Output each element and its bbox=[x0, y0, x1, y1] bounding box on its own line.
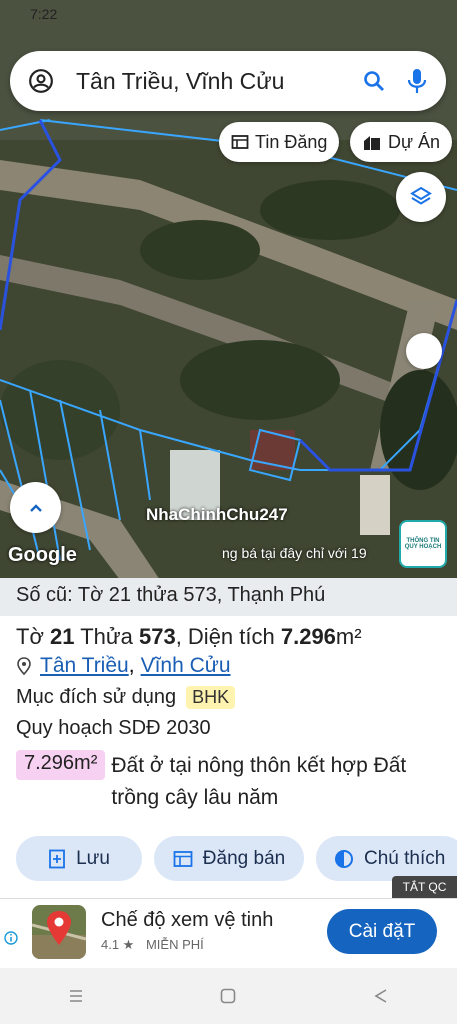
parcel-info-panel: Số cũ: Tờ 21 thửa 573, Thạnh Phú Tờ 21 T… bbox=[0, 578, 457, 898]
listing-icon bbox=[173, 850, 193, 867]
lot-label: Thửa bbox=[80, 624, 133, 649]
ad-info-icon[interactable] bbox=[4, 931, 18, 945]
google-logo: Google bbox=[8, 544, 77, 566]
search-input[interactable]: Tân Triều, Vĩnh Cửu bbox=[76, 68, 362, 95]
app-rating: 4.1 ★ bbox=[101, 937, 135, 952]
plan-area-tag: 7.296m² bbox=[16, 750, 106, 780]
account-icon[interactable] bbox=[28, 68, 54, 94]
recents-icon[interactable] bbox=[67, 987, 85, 1005]
action-buttons: Lưu Đăng bán Chú thích bbox=[16, 836, 457, 881]
search-bar[interactable]: Tân Triều, Vĩnh Cửu bbox=[10, 51, 446, 111]
app-name: Chế độ xem vệ tinh bbox=[101, 909, 274, 931]
area-label: , Diện tích bbox=[175, 624, 275, 649]
layers-button[interactable] bbox=[396, 172, 446, 222]
parcel-title: Tờ 21 Thửa 573, Diện tích 7.296m² bbox=[0, 616, 457, 650]
expand-up-button[interactable] bbox=[10, 482, 61, 533]
contrast-icon bbox=[335, 849, 353, 868]
chevron-up-icon bbox=[29, 503, 42, 512]
legend-button[interactable]: Chú thích bbox=[316, 836, 457, 881]
install-button[interactable]: Cài đặT bbox=[327, 909, 437, 954]
app-price: MIỄN PHÍ bbox=[145, 937, 204, 952]
microphone-icon[interactable] bbox=[406, 67, 428, 95]
satellite-map[interactable]: 7:22 Tân Triều, Vĩnh Cửu Tin Đăng Dự Án bbox=[0, 0, 457, 580]
purpose-code-tag: BHK bbox=[186, 686, 236, 709]
layers-icon bbox=[410, 186, 432, 205]
system-nav-bar bbox=[0, 968, 457, 1024]
add-bookmark-icon bbox=[49, 849, 65, 868]
back-icon[interactable] bbox=[372, 987, 390, 1005]
building-icon bbox=[364, 136, 380, 150]
post-sale-button[interactable]: Đăng bán bbox=[154, 836, 304, 881]
post-sale-label: Đăng bán bbox=[202, 847, 286, 869]
legend-button-label: Chú thích bbox=[364, 847, 446, 869]
search-icon[interactable] bbox=[362, 69, 386, 93]
app-icon bbox=[32, 905, 86, 959]
ad-ticker: ng bá tại đây chỉ với 19 bbox=[222, 545, 367, 561]
sheet-number: 21 bbox=[50, 624, 75, 649]
ad-banner[interactable]: Chế độ xem vệ tinh 4.1 ★ MIỄN PHÍ Cài đặ… bbox=[0, 898, 457, 968]
close-ad-button[interactable]: TẮT QC bbox=[392, 876, 457, 898]
old-parcel-number: Số cũ: Tờ 21 thửa 573, Thạnh Phú bbox=[0, 578, 457, 616]
area-unit: m² bbox=[335, 624, 362, 649]
map-watermark: NhaChinhChu247 bbox=[146, 505, 288, 524]
listing-icon bbox=[231, 135, 249, 149]
plan-landuse-row: 7.296m² Đất ở tại nông thôn kết hợp Đất … bbox=[0, 740, 457, 814]
app-meta: 4.1 ★ MIỄN PHÍ bbox=[101, 937, 204, 953]
listings-chip[interactable]: Tin Đăng bbox=[219, 122, 340, 162]
location-pin-icon bbox=[17, 657, 31, 675]
plan-label: Quy hoạch SDĐ 2030 bbox=[16, 717, 211, 739]
location-row: Tân Triều, Vĩnh Cửu bbox=[0, 650, 457, 678]
sheet-label: Tờ bbox=[16, 624, 44, 649]
purpose-label: Mục đích sử dụng bbox=[16, 686, 177, 708]
location-commune-link[interactable]: Tân Triều bbox=[40, 654, 129, 678]
save-button-label: Lưu bbox=[76, 847, 110, 869]
location-district-link[interactable]: Vĩnh Cửu bbox=[141, 654, 231, 678]
planning-info-badge[interactable]: THÔNG TIN QUY HOẠCH bbox=[399, 520, 447, 568]
area-value: 7.296 bbox=[280, 624, 336, 649]
land-purpose-row: Mục đích sử dụng BHK bbox=[0, 678, 457, 709]
save-button[interactable]: Lưu bbox=[16, 836, 142, 881]
compass-button[interactable] bbox=[406, 333, 442, 369]
plan-description: Đất ở tại nông thôn kết hợp Đất trồng câ… bbox=[111, 754, 407, 809]
listings-chip-label: Tin Đăng bbox=[255, 131, 328, 152]
home-icon[interactable] bbox=[219, 987, 237, 1005]
lot-number: 573 bbox=[138, 624, 176, 649]
projects-chip-label: Dự Án bbox=[388, 131, 441, 152]
projects-chip[interactable]: Dự Án bbox=[350, 122, 453, 162]
status-time: 7:22 bbox=[30, 6, 58, 22]
